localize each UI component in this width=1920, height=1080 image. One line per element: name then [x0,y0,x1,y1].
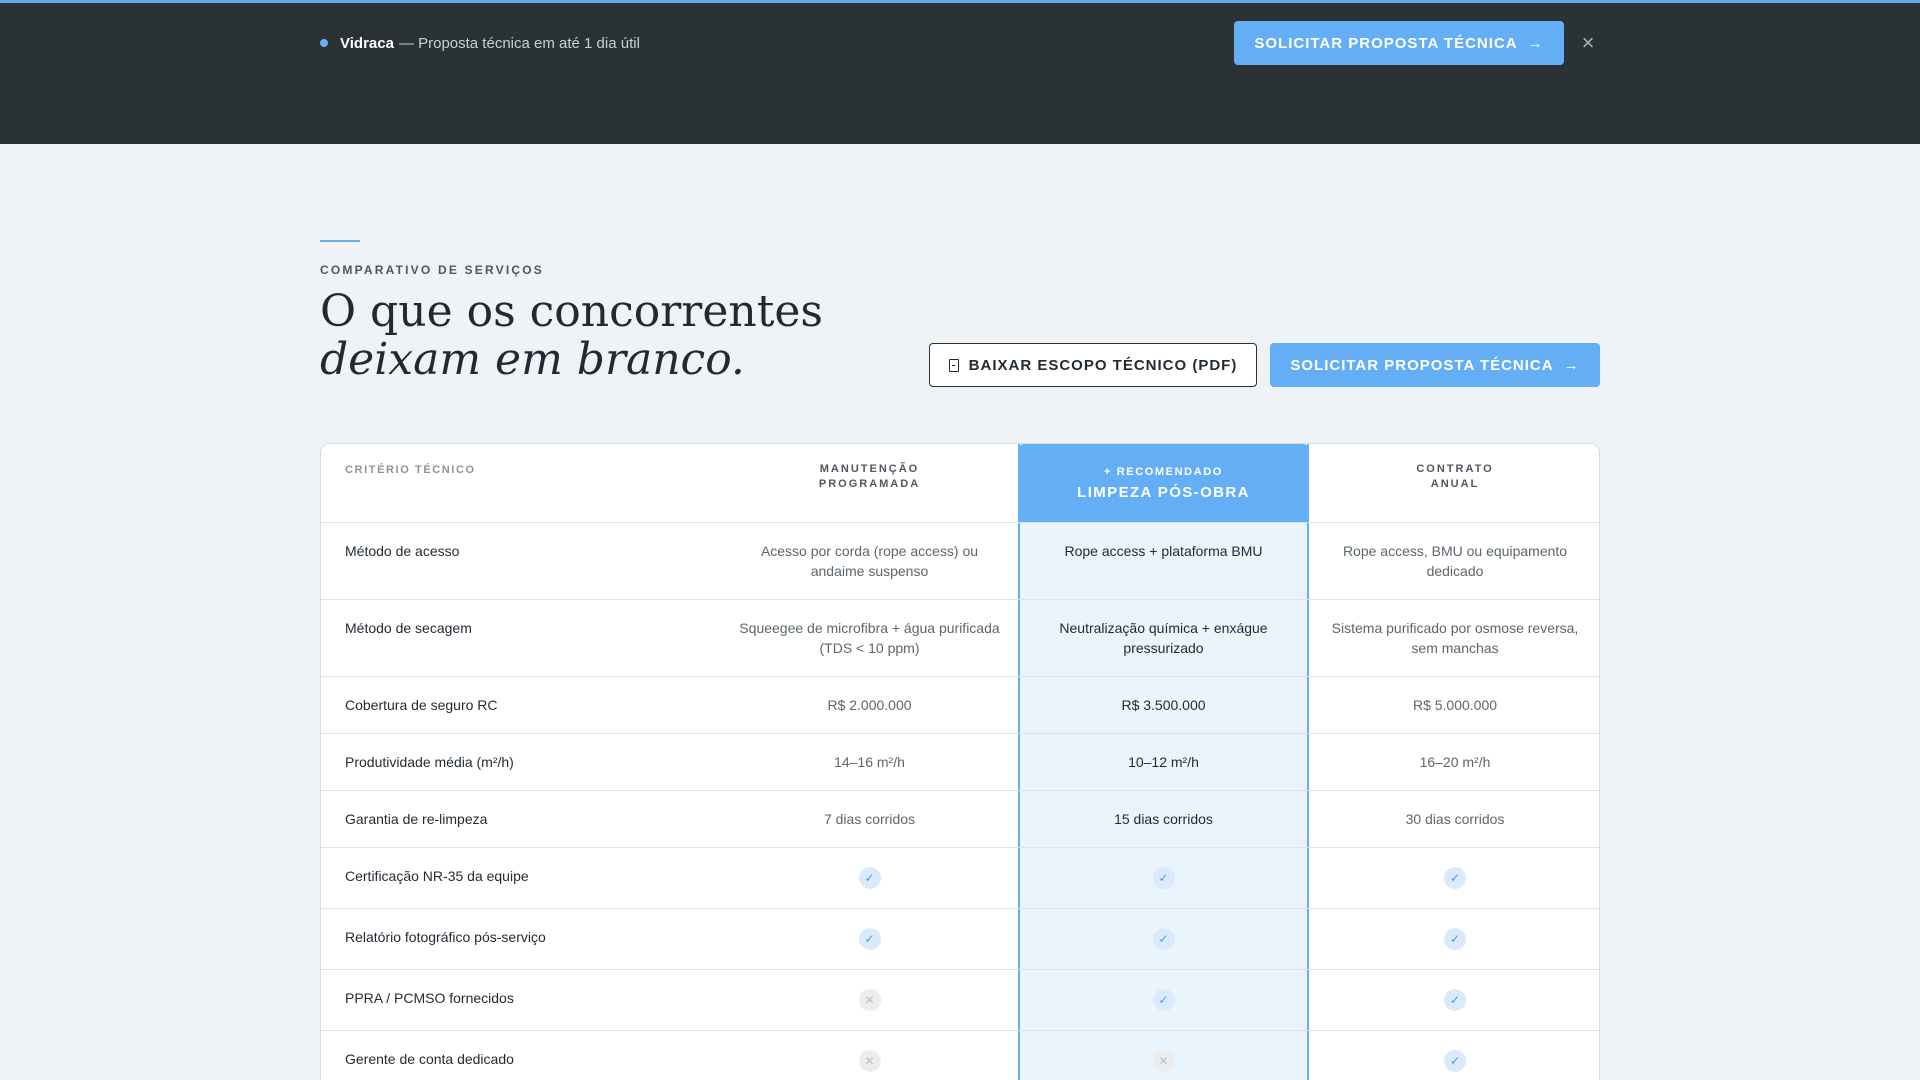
table-row: Gerente de conta dedicado ✕ ✕ ✓ [321,1030,1599,1080]
cell-annual-contract: ✓ [1309,1031,1599,1080]
request-proposal-button[interactable]: SOLICITAR PROPOSTA TÉCNICA → [1270,343,1600,387]
cell-scheduled-maintenance: Acesso por corda (rope access) ou andaim… [760,543,979,579]
cell-post-construction: ✓ [1018,909,1309,969]
table-row: PPRA / PCMSO fornecidos ✕ ✓ ✓ [321,969,1599,1030]
cell-annual-contract: ✓ [1309,848,1599,908]
table-row: Certificação NR-35 da equipe ✓ ✓ ✓ [321,847,1599,908]
banner-brand: Vidraca [340,34,394,52]
cross-icon: ✕ [1152,1050,1175,1072]
check-icon: ✓ [858,867,881,889]
cross-icon: ✕ [858,1050,881,1072]
cell-scheduled-maintenance: ✓ [721,909,1018,969]
download-scope-pdf-button[interactable]: BAIXAR ESCOPO TÉCNICO (PDF) [929,343,1257,387]
cell-post-construction: Rope access + plataforma BMU [1064,543,1263,559]
recommended-plan-name: LIMPEZA PÓS-OBRA [1077,483,1250,501]
row-label: Método de secagem [345,620,472,636]
criterion-column-header: CRITÉRIO TÉCNICO [345,464,476,476]
table-row: Garantia de re-limpeza 7 dias corridos 1… [321,790,1599,847]
arrow-right-icon: → [1527,34,1544,52]
row-label: Gerente de conta dedicado [345,1051,514,1067]
cell-annual-contract: 30 dias corridos [1405,811,1505,827]
section-eyebrow: COMPARATIVO DE SERVIÇOS [320,263,544,277]
cell-scheduled-maintenance: R$ 2.000.000 [827,697,912,713]
row-label: Certificação NR-35 da equipe [345,868,529,884]
table-row: Método de acesso Acesso por corda (rope … [321,522,1599,599]
column-header-line: PROGRAMADA [818,478,921,490]
cell-scheduled-maintenance: ✕ [721,1031,1018,1080]
table-row: Método de secagem Squeegee de microfibra… [321,599,1599,676]
check-icon: ✓ [1444,867,1466,889]
column-header-scheduled-maintenance: MANUTENÇÃO PROGRAMADA [721,462,1018,492]
check-icon: ✓ [1152,867,1175,889]
column-header-line: CONTRATO [1416,463,1494,475]
check-icon: ✓ [1152,989,1175,1011]
check-icon: ✓ [1444,989,1466,1011]
arrow-right-icon: → [1563,356,1580,374]
check-icon: ✓ [1444,1050,1466,1072]
cell-annual-contract: ✓ [1309,909,1599,969]
cell-annual-contract: Rope access, BMU ou equipamento dedicado [1342,543,1568,579]
cell-post-construction: R$ 3.500.000 [1121,697,1206,713]
cell-post-construction: ✓ [1018,970,1309,1030]
banner-request-proposal-button[interactable]: SOLICITAR PROPOSTA TÉCNICA → [1234,21,1564,65]
close-icon[interactable]: × [1576,31,1600,55]
cell-post-construction: 15 dias corridos [1114,811,1213,827]
check-icon: ✓ [858,928,881,950]
column-header-annual-contract: CONTRATO ANUAL [1309,462,1599,492]
cross-icon: ✕ [858,989,881,1011]
document-icon [948,358,959,372]
title-line-1: O que os concorrentes [320,286,823,337]
column-header-line: ANUAL [1430,478,1480,490]
check-icon: ✓ [1444,928,1466,950]
section-accent-rule [320,240,360,242]
table-row: Relatório fotográfico pós-serviço ✓ ✓ ✓ [321,908,1599,969]
title-line-2: deixam em branco. [320,334,745,385]
table-row: Cobertura de seguro RC R$ 2.000.000 R$ 3… [321,676,1599,733]
announcement-banner: Vidraca — Proposta técnica em até 1 dia … [0,0,1920,144]
cell-annual-contract: R$ 5.000.000 [1412,697,1498,713]
banner-content: Vidraca — Proposta técnica em até 1 dia … [320,21,1600,65]
cell-post-construction: ✕ [1018,1031,1309,1080]
banner-tagline: — Proposta técnica em até 1 dia útil [398,34,640,52]
cell-scheduled-maintenance: 7 dias corridos [823,811,916,827]
cell-scheduled-maintenance: 14–16 m²/h [834,754,905,770]
check-icon: ✓ [1152,928,1175,950]
row-label: Relatório fotográfico pós-serviço [345,929,546,945]
cell-scheduled-maintenance: ✓ [721,848,1018,908]
cell-annual-contract: Sistema purificado por osmose reversa, s… [1331,620,1579,656]
cell-post-construction: ✓ [1018,848,1309,908]
row-label: Garantia de re-limpeza [345,811,488,827]
cell-scheduled-maintenance: ✕ [721,970,1018,1030]
table-row: Produtividade média (m²/h) 14–16 m²/h 10… [321,733,1599,790]
status-dot-icon [320,39,328,47]
cell-post-construction: 10–12 m²/h [1128,754,1199,770]
column-header-line: MANUTENÇÃO [819,463,920,475]
row-label: Cobertura de seguro RC [345,697,498,713]
page-title: O que os concorrentes deixam em branco. [320,288,823,384]
banner-cta-label: SOLICITAR PROPOSTA TÉCNICA [1254,34,1518,52]
download-label: BAIXAR ESCOPO TÉCNICO (PDF) [968,356,1238,374]
row-label: Produtividade média (m²/h) [345,754,514,770]
recommended-badge: + RECOMENDADO [1104,465,1223,478]
row-label: PPRA / PCMSO fornecidos [345,990,514,1006]
cell-annual-contract: ✓ [1309,970,1599,1030]
cell-post-construction: Neutralização química + enxágue pressuri… [1059,620,1268,656]
row-label: Método de acesso [345,543,460,559]
cell-annual-contract: 16–20 m²/h [1419,754,1491,770]
cell-scheduled-maintenance: Squeegee de microfibra + água purificada… [739,620,1000,656]
recommended-column-header: + RECOMENDADO LIMPEZA PÓS-OBRA [1018,444,1309,522]
comparison-table: + RECOMENDADO LIMPEZA PÓS-OBRA CRITÉRIO … [320,443,1600,1080]
request-label: SOLICITAR PROPOSTA TÉCNICA [1290,356,1554,374]
